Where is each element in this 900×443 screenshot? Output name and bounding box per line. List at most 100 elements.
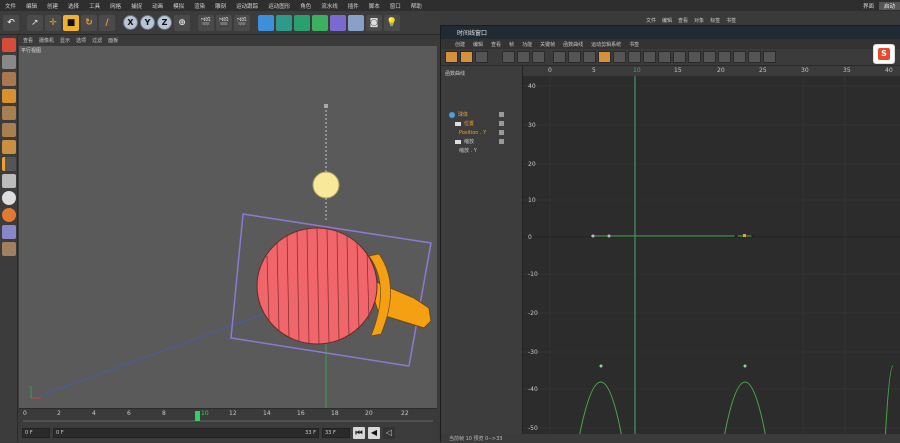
spline-icon[interactable] (276, 14, 292, 31)
axis-x-button[interactable]: X (123, 15, 138, 30)
render-view-icon[interactable]: 🎬 (198, 14, 214, 31)
key-linear-icon[interactable] (583, 51, 596, 63)
om-menu-tags[interactable]: 标签 (710, 17, 720, 24)
tl-menu-motion-system[interactable]: 运动剪辑系统 (591, 41, 621, 48)
grid-icon[interactable] (2, 242, 16, 256)
prev-frame-icon[interactable]: ◁ (383, 426, 395, 439)
menu-script[interactable]: 脚本 (364, 2, 385, 10)
tree-row[interactable]: 位置 (441, 119, 523, 128)
bounce-curve[interactable] (884, 365, 894, 443)
frame-selected-icon[interactable] (568, 51, 581, 63)
key-point[interactable] (743, 364, 747, 368)
vp-menu-filter[interactable]: 过滤 (92, 37, 102, 44)
vp-menu-panel[interactable]: 面板 (108, 37, 118, 44)
tl-menu-key[interactable]: 关键帧 (540, 41, 555, 48)
tl-menu-frame[interactable]: 帧 (509, 41, 514, 48)
render-picture-viewer-icon[interactable]: 🎬 (216, 14, 232, 31)
tl-menu-create[interactable]: 创建 (455, 41, 465, 48)
menu-simulate[interactable]: 模拟 (168, 2, 189, 10)
menu-mesh[interactable]: 网格 (105, 2, 126, 10)
lock-value-icon[interactable] (733, 51, 746, 63)
key-spline-icon[interactable] (598, 51, 611, 63)
tree-row[interactable]: 缩放 . Y (441, 146, 523, 155)
zero-length-icon[interactable] (688, 51, 701, 63)
tl-menu-fcurve[interactable]: 函数曲线 (563, 41, 583, 48)
magnet-key-icon[interactable] (763, 51, 776, 63)
undo-icon[interactable]: ↶ (3, 14, 19, 31)
menu-motion-tracker[interactable]: 运动跟踪 (231, 2, 263, 10)
zero-angle-icon[interactable] (673, 51, 686, 63)
vp-menu-camera[interactable]: 摄像机 (39, 37, 54, 44)
points-mode-icon[interactable] (2, 106, 16, 120)
tl-menu-functions[interactable]: 功能 (522, 41, 532, 48)
menu-mograph[interactable]: 运动图形 (263, 2, 295, 10)
rotate-icon[interactable]: ↻ (81, 14, 97, 31)
menu-help[interactable]: 帮助 (406, 2, 427, 10)
cube-icon[interactable] (258, 14, 274, 31)
magnet-icon[interactable] (2, 208, 16, 222)
om-menu-view[interactable]: 查看 (678, 17, 688, 24)
ease-both-icon[interactable] (643, 51, 656, 63)
menu-file[interactable]: 文件 (0, 2, 21, 10)
key-point[interactable] (591, 234, 595, 238)
axis-mode-icon[interactable] (2, 157, 16, 171)
key-point[interactable] (607, 234, 611, 238)
cloner-icon[interactable] (312, 14, 328, 31)
scale-icon[interactable]: ■ (63, 14, 79, 31)
lock-tangent-icon[interactable] (718, 51, 731, 63)
clamp-icon[interactable] (658, 51, 671, 63)
om-menu-edit[interactable]: 编辑 (662, 17, 672, 24)
tl-menu-edit[interactable]: 编辑 (473, 41, 483, 48)
play-back-icon[interactable] (502, 51, 515, 63)
axis-y-button[interactable]: Y (140, 15, 155, 30)
timeline-playhead[interactable] (195, 411, 200, 421)
menu-render[interactable]: 渲染 (189, 2, 210, 10)
polygons-mode-icon[interactable] (2, 140, 16, 154)
menu-snap[interactable]: 捕捉 (126, 2, 147, 10)
ease-out-icon[interactable] (628, 51, 641, 63)
menu-plugins[interactable]: 插件 (343, 2, 364, 10)
key-mode-icon[interactable] (445, 51, 458, 63)
brush-icon[interactable]: ∕ (99, 14, 115, 31)
end-frame-field[interactable]: 33 F (322, 427, 350, 438)
coordinate-system-icon[interactable]: ⊕ (174, 14, 190, 31)
snap-icon[interactable] (2, 191, 16, 205)
model-mode-icon[interactable] (2, 55, 16, 69)
key-point[interactable] (599, 364, 603, 368)
workplane-icon[interactable] (2, 89, 16, 103)
viewport[interactable]: 平行视图 (19, 46, 437, 408)
om-menu-objects[interactable]: 对象 (694, 17, 704, 24)
subdivision-icon[interactable] (294, 14, 310, 31)
menu-character[interactable]: 角色 (295, 2, 316, 10)
floor-icon[interactable] (348, 14, 364, 31)
tree-row[interactable]: Position . Y (441, 128, 523, 137)
break-tangent-icon[interactable] (703, 51, 716, 63)
timeline-ruler[interactable]: 0 2 4 6 8 10 12 14 16 18 20 22 (19, 408, 437, 423)
om-menu-bookmarks[interactable]: 书签 (726, 17, 736, 24)
key-point[interactable] (734, 234, 738, 238)
edges-mode-icon[interactable] (2, 123, 16, 137)
menu-animate[interactable]: 动画 (147, 2, 168, 10)
menu-edit[interactable]: 编辑 (21, 2, 42, 10)
prev-key-icon[interactable]: ◀ (368, 426, 380, 439)
menu-tools[interactable]: 工具 (84, 2, 105, 10)
vp-menu-options[interactable]: 选项 (76, 37, 86, 44)
make-editable-icon[interactable] (2, 38, 16, 52)
menu-create[interactable]: 创建 (42, 2, 63, 10)
vp-menu-display[interactable]: 显示 (60, 37, 70, 44)
frame-all-icon[interactable] (553, 51, 566, 63)
fcurve-graph[interactable]: 0 5 10 15 20 25 30 35 40 40 30 20 10 0 -… (523, 66, 900, 443)
ball[interactable] (312, 171, 340, 199)
texture-mode-icon[interactable] (2, 72, 16, 86)
tl-menu-bookmarks[interactable]: 书签 (629, 41, 639, 48)
select-arrow-icon[interactable]: ➚ (27, 14, 43, 31)
fcurve-mode-icon[interactable] (460, 51, 473, 63)
range-slider[interactable]: 0 F 33 F (53, 427, 319, 438)
tree-row[interactable]: 球体 (441, 110, 523, 119)
key-point[interactable] (751, 234, 755, 238)
move-icon[interactable]: ✛ (45, 14, 61, 31)
light-icon[interactable]: 💡 (384, 14, 400, 31)
tl-menu-view[interactable]: 查看 (491, 41, 501, 48)
om-menu-file[interactable]: 文件 (646, 17, 656, 24)
layout-select[interactable]: 启动 (878, 1, 900, 10)
